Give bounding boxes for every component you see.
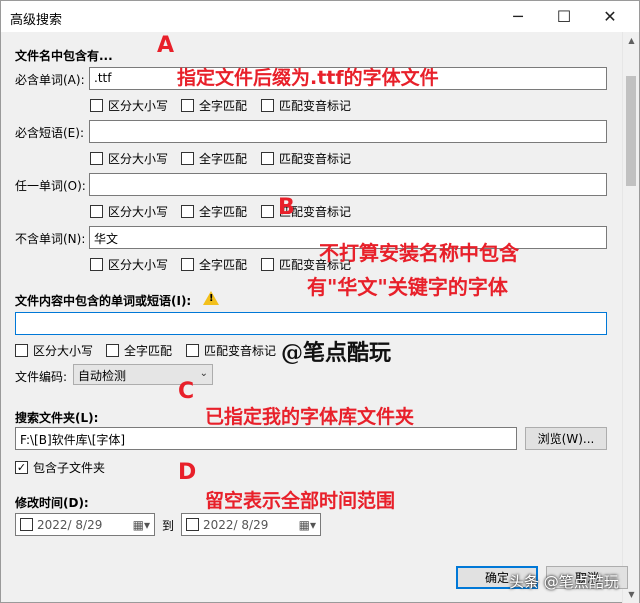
- checkbox-box: [15, 344, 28, 357]
- to-date-picker[interactable]: 2022/ 8/29 ▦▾: [181, 513, 321, 536]
- checkbox-box: [90, 99, 103, 112]
- folder-path-input[interactable]: F:\[B]软件库\[字体]: [15, 427, 517, 450]
- annotation-letter-d: D: [178, 460, 197, 485]
- checkbox-box: [181, 99, 194, 112]
- to-date-checkbox[interactable]: [186, 518, 199, 531]
- advanced-search-dialog: 高级搜索 ─ ☐ ✕ ▲ ▼ 文件名中包含有... 必含单词(A): .ttf …: [0, 0, 640, 603]
- scroll-up-icon[interactable]: ▲: [623, 32, 640, 49]
- brand-signature: @笔点酷玩: [281, 340, 392, 366]
- must-phrase-diacritic-checkbox[interactable]: 匹配变音标记: [261, 150, 351, 167]
- annotation-text-d: 留空表示全部时间范围: [205, 490, 396, 512]
- chevron-down-icon: ⌄: [199, 368, 208, 379]
- content-case-checkbox[interactable]: 区分大小写: [15, 342, 93, 359]
- browse-button[interactable]: 浏览(W)...: [525, 427, 607, 450]
- checkbox-box: [261, 152, 274, 165]
- checkbox-box: [261, 258, 274, 271]
- exclude-word-label: 不含单词(N):: [15, 232, 86, 246]
- any-word-diacritic-checkbox[interactable]: 匹配变音标记: [261, 203, 351, 220]
- checkbox-box: [90, 205, 103, 218]
- filename-section-title: 文件名中包含有...: [15, 49, 113, 63]
- annotation-letter-c: C: [178, 379, 195, 404]
- close-button[interactable]: ✕: [587, 1, 633, 32]
- checkbox-box: [181, 258, 194, 271]
- any-word-label: 任一单词(O):: [15, 179, 86, 193]
- must-word-case-checkbox[interactable]: 区分大小写: [90, 97, 168, 114]
- to-label: 到: [162, 519, 175, 533]
- annotation-text-a: 指定文件后缀为.ttf的字体文件: [177, 67, 439, 89]
- maximize-icon: ☐: [556, 7, 572, 26]
- warning-icon: [203, 290, 219, 305]
- exclude-word-case-checkbox[interactable]: 区分大小写: [90, 256, 168, 273]
- any-word-whole-checkbox[interactable]: 全字匹配: [181, 203, 247, 220]
- checkbox-box: [90, 258, 103, 271]
- encoding-label: 文件编码:: [15, 370, 68, 384]
- exclude-word-whole-checkbox[interactable]: 全字匹配: [181, 256, 247, 273]
- annotation-letter-a: A: [157, 33, 175, 58]
- must-phrase-label: 必含短语(E):: [15, 126, 84, 140]
- from-date-checkbox[interactable]: [20, 518, 33, 531]
- check-icon: ✓: [15, 461, 28, 474]
- checkbox-box: [90, 152, 103, 165]
- time-section-title: 修改时间(D):: [15, 496, 89, 510]
- annotation-text-b-line2: 有"华文"关键字的字体: [307, 275, 508, 299]
- minimize-icon: ─: [513, 7, 523, 26]
- annotation-text-c: 已指定我的字体库文件夹: [205, 406, 415, 428]
- any-word-case-checkbox[interactable]: 区分大小写: [90, 203, 168, 220]
- folder-section-title: 搜索文件夹(L):: [15, 411, 99, 425]
- close-icon: ✕: [603, 7, 617, 26]
- vertical-scrollbar[interactable]: ▲ ▼: [622, 32, 639, 603]
- checkbox-box: [106, 344, 119, 357]
- checkbox-box: [181, 205, 194, 218]
- from-date-picker[interactable]: 2022/ 8/29 ▦▾: [15, 513, 155, 536]
- include-subfolders-checkbox[interactable]: ✓ 包含子文件夹: [15, 459, 105, 476]
- maximize-button[interactable]: ☐: [541, 1, 587, 32]
- watermark-text: 头条 @笔点酷玩: [509, 573, 619, 591]
- checkbox-box: [261, 205, 274, 218]
- must-word-diacritic-checkbox[interactable]: 匹配变音标记: [261, 97, 351, 114]
- content-diacritic-checkbox[interactable]: 匹配变音标记: [186, 342, 276, 359]
- must-phrase-input[interactable]: [89, 120, 607, 143]
- annotation-text-b-line1: 不打算安装名称中包含: [319, 241, 519, 265]
- content-section-title: 文件内容中包含的单词或短语(I):: [15, 294, 192, 308]
- annotation-letter-b: B: [278, 195, 295, 220]
- must-phrase-case-checkbox[interactable]: 区分大小写: [90, 150, 168, 167]
- calendar-icon[interactable]: ▦▾: [299, 518, 316, 532]
- must-phrase-whole-checkbox[interactable]: 全字匹配: [181, 150, 247, 167]
- minimize-button[interactable]: ─: [495, 1, 541, 32]
- must-word-whole-checkbox[interactable]: 全字匹配: [181, 97, 247, 114]
- checkbox-box: [181, 152, 194, 165]
- calendar-icon[interactable]: ▦▾: [133, 518, 150, 532]
- content-whole-checkbox[interactable]: 全字匹配: [106, 342, 172, 359]
- window-title: 高级搜索: [10, 13, 63, 28]
- checkbox-box: [261, 99, 274, 112]
- checkbox-box: [186, 344, 199, 357]
- any-word-input[interactable]: [89, 173, 607, 196]
- content-search-input[interactable]: [15, 312, 607, 335]
- scroll-thumb[interactable]: [626, 76, 636, 186]
- title-bar: 高级搜索 ─ ☐ ✕: [1, 1, 639, 32]
- must-word-label: 必含单词(A):: [15, 73, 85, 87]
